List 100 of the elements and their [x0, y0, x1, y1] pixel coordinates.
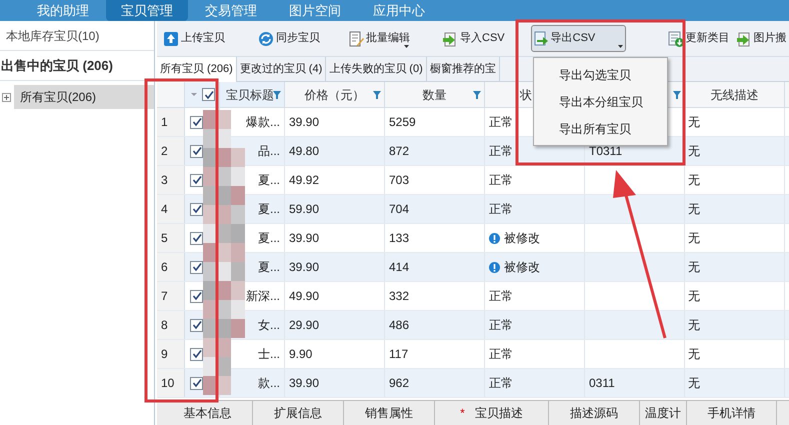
nav-tab[interactable]: 图片空间	[274, 0, 356, 21]
sync-icon	[258, 30, 274, 46]
table-cell-text: 5259	[389, 114, 416, 131]
bottom-tab[interactable]: 手机详情	[687, 401, 777, 425]
table-cell-text: 39.90	[289, 259, 320, 276]
table-cell-text: 夏...	[258, 259, 280, 276]
check-icon	[192, 262, 202, 272]
bottom-tab[interactable]: 温度计	[640, 401, 687, 425]
bottom-tab[interactable]: 基本信息	[163, 401, 253, 425]
table-cell-text: 正常	[489, 114, 513, 131]
table-cell-text: 9.90	[289, 346, 312, 363]
toolbar-button[interactable]: 上传宝贝	[161, 25, 227, 52]
row-number: 5	[161, 230, 168, 247]
table-cell-text: 被修改	[504, 259, 540, 276]
info-icon	[489, 232, 500, 244]
check-icon	[192, 378, 202, 388]
tab[interactable]: 所有宝贝 (206)	[157, 57, 237, 82]
bottom-tab-label: 扩展信息	[274, 405, 322, 422]
check-icon	[192, 175, 202, 185]
table-cell-text: 无	[688, 114, 700, 131]
row-number: 9	[161, 346, 168, 363]
table-cell-text: 29.90	[289, 317, 320, 334]
row-number: 1	[161, 114, 168, 131]
toolbar-button[interactable]: 批量编辑	[346, 25, 412, 52]
table-cell-text: 正常	[489, 317, 513, 334]
menu-item[interactable]: 导出所有宝贝	[534, 115, 667, 142]
table-cell-text: 无	[688, 346, 700, 363]
toolbar-button[interactable]: 更新类目	[666, 25, 732, 52]
menu-item[interactable]: 导出本分组宝贝	[534, 88, 667, 115]
toolbar-button[interactable]: 同步宝贝	[256, 25, 322, 52]
table-cell-text: 新深...	[246, 288, 280, 305]
table-cell-text: 703	[389, 172, 410, 189]
table-cell-text: 117	[389, 346, 408, 363]
table-cell-text: 无	[688, 230, 700, 247]
document-pencil-icon	[348, 30, 364, 46]
bottom-tab-label: 手机详情	[708, 405, 756, 422]
check-icon	[192, 117, 202, 127]
row-number: 10	[161, 375, 174, 392]
row-number: 6	[161, 259, 168, 276]
bottom-tab-label: 宝贝描述	[474, 405, 523, 422]
column-header[interactable]: 价格（元）	[304, 86, 364, 104]
checkbox[interactable]	[190, 318, 203, 332]
table-cell-text: 414	[389, 259, 410, 276]
bottom-tab[interactable]: 扩展信息	[253, 401, 344, 425]
bottom-tab-label: 描述源码	[570, 405, 618, 422]
table-cell-text: 39.90	[289, 230, 320, 247]
table-cell-text: 39.90	[289, 375, 320, 392]
menu-item[interactable]: 导出勾选宝贝	[534, 61, 667, 88]
column-header[interactable]: 数量	[422, 86, 446, 104]
sort-icon	[191, 93, 197, 96]
tree-item[interactable]: 所有宝贝(206)	[14, 85, 154, 109]
table-cell-text: 正常	[489, 375, 513, 392]
checkbox[interactable]	[190, 260, 203, 274]
checkbox[interactable]	[190, 348, 203, 360]
nav-tab[interactable]: 我的助理	[22, 0, 104, 21]
checkbox[interactable]	[202, 88, 215, 101]
nav-tab[interactable]: 交易管理	[190, 0, 272, 21]
table-cell-text: 品...	[258, 143, 280, 160]
checkbox[interactable]	[190, 290, 203, 302]
checkbox[interactable]	[190, 232, 203, 244]
table-cell-text: 夏...	[258, 201, 280, 218]
row-number: 8	[161, 317, 168, 334]
toolbar-button[interactable]: 导入CSV	[440, 25, 507, 52]
table-cell-text: 正常	[489, 143, 513, 160]
row-number: 7	[161, 288, 168, 305]
document-arrow-icon	[532, 30, 549, 46]
toolbar-button[interactable]: 导出CSV	[530, 25, 626, 52]
nav-tab[interactable]: 宝贝管理	[106, 0, 188, 21]
table-cell-text: 无	[688, 259, 700, 276]
table-cell-text: 49.80	[289, 143, 320, 160]
table-cell-text: 正常	[489, 346, 513, 363]
checkbox[interactable]	[190, 116, 203, 128]
table-cell-text: 正常	[489, 201, 513, 218]
checkbox[interactable]	[190, 144, 203, 158]
checkbox[interactable]	[190, 202, 203, 216]
column-header[interactable]: 状	[520, 86, 532, 104]
nav-tab[interactable]: 应用中心	[358, 0, 440, 21]
toolbar-button[interactable]: 图片搬	[734, 25, 789, 52]
sidebar-item[interactable]: 本地库存宝贝(10)	[0, 21, 154, 51]
checkbox[interactable]	[190, 376, 203, 390]
bottom-tab[interactable]: * 宝贝描述	[435, 401, 549, 425]
table-cell-text: 无	[688, 172, 700, 189]
table-cell-text: 正常	[489, 288, 513, 305]
column-header[interactable]: 无线描述	[710, 86, 758, 104]
checkbox[interactable]	[190, 174, 203, 186]
check-icon	[192, 349, 202, 359]
row-number: 2	[161, 143, 168, 160]
bottom-tab[interactable]: 销售属性	[344, 401, 435, 425]
table-cell-text: 夏...	[258, 230, 280, 247]
check-icon	[192, 146, 202, 156]
bottom-tab-label: 基本信息	[184, 405, 232, 422]
check-icon	[192, 291, 202, 301]
section-header[interactable]: 出售中的宝贝 (206)	[0, 51, 154, 81]
table-cell-text: T0311	[589, 143, 622, 160]
table-cell-text: 133	[389, 230, 410, 247]
check-icon	[192, 320, 202, 330]
table-cell-text: 无	[688, 143, 700, 160]
bottom-tab[interactable]: 描述源码	[549, 401, 640, 425]
table-cell-text: 39.90	[289, 114, 320, 131]
check-icon	[204, 90, 214, 100]
